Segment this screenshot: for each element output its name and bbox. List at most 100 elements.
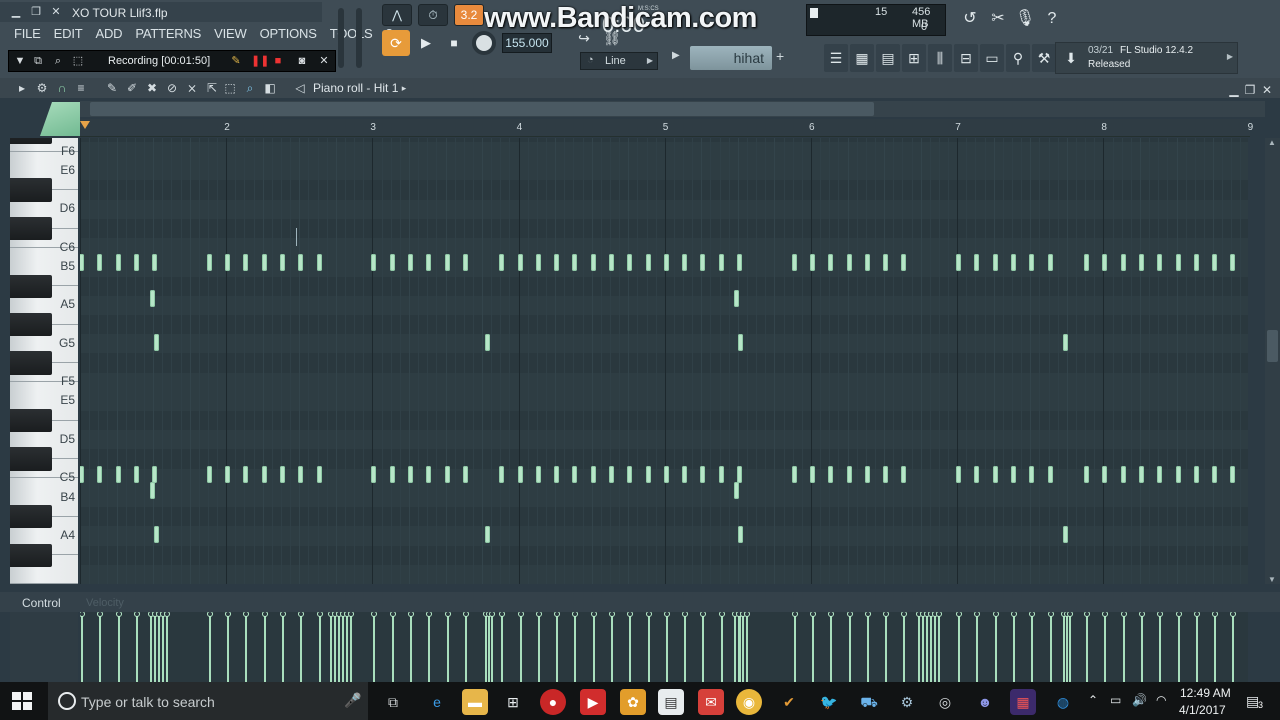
bar-number-8[interactable]: 8 [1101,122,1107,133]
note[interactable] [1193,465,1199,483]
note[interactable] [1102,465,1108,483]
note[interactable] [554,254,560,272]
playhead-marker-icon[interactable] [80,121,90,129]
velocity-handle[interactable] [206,612,213,617]
maximize-icon[interactable]: ❐ [1242,82,1258,98]
velocity-bar[interactable] [245,614,248,682]
velocity-handle[interactable] [225,612,232,617]
metronome-icon[interactable]: ⋀ [382,4,412,26]
velocity-bar[interactable] [263,614,266,682]
note[interactable] [718,254,724,272]
velocity-bar[interactable] [491,614,493,682]
note[interactable] [992,254,998,272]
stop-button[interactable]: ■ [442,31,466,55]
pause-icon[interactable]: ❚❚ [251,54,269,68]
pinned-flag-icon[interactable]: ▦ [1010,689,1036,715]
velocity-bar[interactable] [158,614,160,682]
note[interactable] [206,465,212,483]
note[interactable] [1138,254,1144,272]
velocity-bar[interactable] [166,614,168,682]
dropdown-arrow-icon[interactable]: ▼ [13,54,27,68]
note[interactable] [572,465,578,483]
velocity-handle[interactable] [1138,612,1145,617]
note[interactable] [154,334,159,352]
velocity-handle[interactable] [828,612,835,617]
velocity-handle[interactable] [1120,612,1127,617]
chevron-right-icon[interactable]: ▶ [1227,52,1233,61]
velocity-handle[interactable] [608,612,615,617]
note[interactable] [738,334,743,352]
volume-icon[interactable]: 🔊 [1132,693,1147,707]
chevron-right-icon[interactable]: ▸ [396,80,412,96]
velocity-bar[interactable] [866,614,869,682]
note[interactable] [261,465,267,483]
velocity-handle[interactable] [80,612,85,617]
note[interactable] [700,465,706,483]
bar-number-2[interactable]: 2 [224,122,230,133]
note[interactable] [499,465,505,483]
note[interactable] [608,465,614,483]
velocity-bar[interactable] [1066,614,1068,682]
magnet-icon[interactable]: ↪ [572,28,596,48]
note[interactable] [152,465,158,483]
velocity-bar[interactable] [154,614,156,682]
channel-rack-icon[interactable]: ▦ [850,44,874,72]
velocity-bar[interactable] [742,614,744,682]
velocity-bar[interactable] [1031,614,1034,682]
note[interactable] [608,254,614,272]
velocity-bar[interactable] [918,614,920,682]
note[interactable] [734,289,739,307]
velocity-bar[interactable] [930,614,932,682]
note[interactable] [682,465,688,483]
velocity-bar[interactable] [117,614,120,682]
velocity-bar[interactable] [738,614,740,682]
note[interactable] [627,465,633,483]
velocity-bar[interactable] [150,614,152,682]
pattern-arrow-icon[interactable]: ▶ [672,50,680,61]
velocity-bar[interactable] [537,614,540,682]
note[interactable] [718,465,724,483]
velocity-handle[interactable] [864,612,871,617]
magnifier-icon[interactable]: ⌕ [51,54,65,68]
plugin-icon[interactable]: ⚲ [1006,44,1030,72]
piano-key-g-sharp4[interactable] [10,543,52,567]
velocity-bar[interactable] [830,614,833,682]
note[interactable] [1029,465,1035,483]
note[interactable] [517,254,523,272]
zoom-tool-icon[interactable]: ⌕ [242,80,258,96]
file-explorer-icon[interactable]: ▬ [462,689,488,715]
velocity-bar[interactable] [734,614,736,682]
note[interactable] [627,254,633,272]
velocity-bar[interactable] [720,614,723,682]
velocity-handle[interactable] [499,612,506,617]
velocity-handle[interactable] [1011,612,1018,617]
note[interactable] [444,465,450,483]
note[interactable] [901,465,907,483]
velocity-bar[interactable] [346,614,348,682]
velocity-handle[interactable] [627,612,634,617]
piano-key-a-sharp5[interactable] [10,274,52,298]
tempo-display[interactable]: 155.000 [502,33,552,53]
velocity-handle[interactable] [974,612,981,617]
note[interactable] [298,465,304,483]
note[interactable] [974,465,980,483]
velocity-bar[interactable] [342,614,344,682]
note[interactable] [462,465,468,483]
velocity-bar[interactable] [338,614,340,682]
velocity-bar[interactable] [938,614,940,682]
velocity-bar[interactable] [446,614,449,682]
note[interactable] [225,465,231,483]
velocity-handle[interactable] [462,612,469,617]
note[interactable] [738,526,743,544]
piano-key-c-sharp5[interactable] [10,447,52,471]
velocity-bar[interactable] [1140,614,1143,682]
twitter-icon[interactable]: 🐦 [816,689,842,715]
menu-add[interactable]: ADD [89,24,129,44]
velocity-bar[interactable] [428,614,431,682]
velocity-bar[interactable] [330,614,332,682]
velocity-handle[interactable] [810,612,816,617]
note[interactable] [97,465,103,483]
playlist-icon[interactable]: ☰ [824,44,848,72]
velocity-bar[interactable] [934,614,936,682]
note[interactable] [499,254,505,272]
